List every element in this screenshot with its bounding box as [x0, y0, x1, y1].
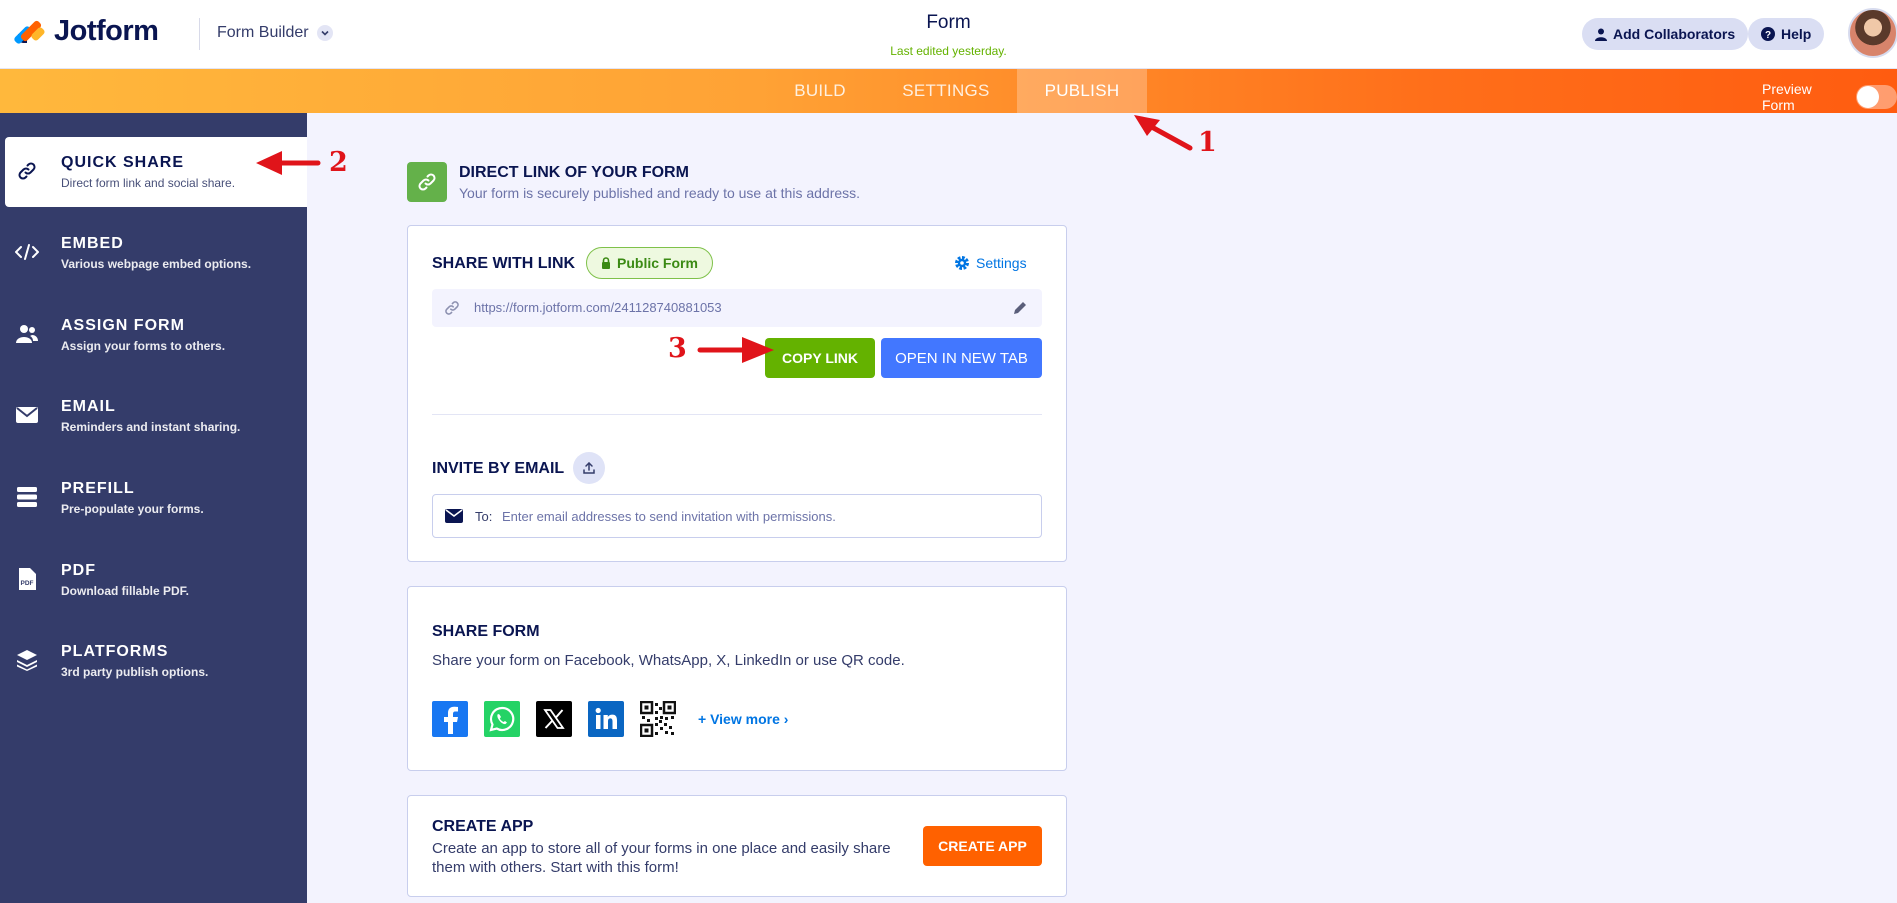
builder-nav: BUILD SETTINGS PUBLISH Preview Form	[0, 69, 1897, 113]
layers-icon	[15, 648, 39, 672]
annotation-number-1: 1	[1198, 127, 1217, 158]
sidebar-item-title: EMBED	[61, 235, 124, 252]
link-icon	[445, 301, 459, 315]
annotation-number-3: 3	[668, 333, 687, 364]
linkedin-icon[interactable]	[588, 701, 624, 737]
form-builder-label: Form Builder	[217, 24, 309, 41]
tab-publish[interactable]: PUBLISH	[1017, 69, 1147, 113]
tab-build[interactable]: BUILD	[772, 69, 868, 113]
lock-icon	[602, 257, 610, 269]
sidebar-item-title: PLATFORMS	[61, 643, 169, 660]
tab-settings[interactable]: SETTINGS	[884, 69, 1008, 113]
top-header: Jotform Form Builder Form Last edited ye…	[0, 0, 1897, 69]
sidebar-item-title: ASSIGN FORM	[61, 317, 185, 334]
sidebar-item-pdf[interactable]: PDF PDF Download fillable PDF.	[5, 545, 307, 615]
sidebar-item-title: PREFILL	[61, 480, 135, 497]
link-settings-button[interactable]: Settings	[954, 255, 1027, 271]
sidebar-item-desc: Various webpage embed options.	[61, 257, 252, 271]
svg-text:?: ?	[1765, 30, 1771, 41]
plus-icon: +	[698, 711, 711, 727]
invite-by-email-label: INVITE BY EMAIL	[432, 460, 565, 477]
sidebar-item-embed[interactable]: EMBED Various webpage embed options.	[5, 218, 307, 288]
qr-code-icon[interactable]	[640, 701, 676, 737]
sidebar-item-desc: Download fillable PDF.	[61, 584, 190, 598]
pdf-icon: PDF	[15, 567, 39, 591]
publish-sidebar: QUICK SHARE Direct form link and social …	[0, 113, 307, 903]
open-in-new-tab-button[interactable]: OPEN IN NEW TAB	[881, 338, 1042, 378]
avatar[interactable]	[1848, 8, 1897, 58]
jotform-logo-mark	[13, 16, 46, 48]
gear-icon	[955, 256, 969, 270]
help-label: Help	[1781, 26, 1812, 42]
sidebar-item-desc: Pre-populate your forms.	[61, 502, 204, 516]
public-form-label: Public Form	[617, 255, 698, 271]
view-more-link[interactable]: + View more ›	[698, 711, 788, 727]
help-icon: ?	[1761, 27, 1775, 41]
jotform-logo[interactable]: Jotform	[13, 15, 159, 48]
annotation-arrow-3	[697, 337, 774, 363]
share-link-card: SHARE WITH LINK Public Form Settings htt…	[407, 225, 1067, 562]
svg-text:PDF: PDF	[21, 580, 34, 587]
x-icon[interactable]	[536, 701, 572, 737]
header-divider	[199, 18, 200, 50]
upload-icon[interactable]	[573, 452, 605, 484]
sidebar-item-title: EMAIL	[61, 398, 116, 415]
whatsapp-icon[interactable]	[484, 701, 520, 737]
facebook-icon[interactable]	[432, 701, 468, 737]
share-form-card: SHARE FORM Share your form on Facebook, …	[407, 586, 1067, 771]
share-form-title: SHARE FORM	[432, 623, 540, 640]
user-icon	[1595, 28, 1607, 41]
direct-link-subtitle: Your form is securely published and read…	[459, 185, 861, 201]
envelope-icon	[15, 403, 39, 427]
create-app-title: CREATE APP	[432, 818, 534, 835]
annotation-number-2: 2	[329, 147, 348, 178]
public-form-badge: Public Form	[586, 247, 713, 279]
create-app-button[interactable]: CREATE APP	[923, 826, 1042, 866]
help-button[interactable]: ? Help	[1748, 18, 1825, 50]
code-icon	[15, 240, 39, 264]
pencil-icon[interactable]	[1012, 300, 1028, 316]
sidebar-item-prefill[interactable]: PREFILL Pre-populate your forms.	[5, 463, 307, 533]
copy-link-button[interactable]: COPY LINK	[765, 338, 875, 378]
invite-email-field[interactable]: To: Enter email addresses to send invita…	[432, 494, 1042, 538]
preview-form-label: Preview Form	[1762, 81, 1812, 113]
settings-label: Settings	[976, 255, 1027, 271]
form-builder-dropdown[interactable]: Form Builder	[217, 24, 333, 42]
chevron-down-icon	[316, 25, 333, 41]
sidebar-item-desc: Direct form link and social share.	[61, 176, 236, 190]
form-url-field[interactable]: https://form.jotform.com/241128740881053	[432, 289, 1042, 327]
share-with-link-label: SHARE WITH LINK	[432, 255, 576, 272]
sidebar-item-email[interactable]: EMAIL Reminders and instant sharing.	[5, 381, 307, 451]
annotation-arrow-2	[256, 151, 321, 175]
invite-email-placeholder: Enter email addresses to send invitation…	[502, 509, 836, 524]
add-collaborators-label: Add Collaborators	[1613, 26, 1736, 42]
annotation-arrow-1	[1134, 115, 1193, 151]
direct-link-title: DIRECT LINK OF YOUR FORM	[459, 164, 689, 181]
prefill-icon	[15, 485, 39, 509]
to-label: To:	[475, 509, 493, 524]
chevron-right-icon: ›	[779, 711, 789, 727]
create-app-card: CREATE APP Create an app to store all of…	[407, 795, 1067, 897]
sidebar-item-assign-form[interactable]: ASSIGN FORM Assign your forms to others.	[5, 300, 307, 370]
sidebar-item-title: PDF	[61, 562, 96, 579]
sidebar-item-desc: 3rd party publish options.	[61, 665, 209, 679]
add-collaborators-button[interactable]: Add Collaborators	[1582, 18, 1749, 50]
sidebar-item-desc: Reminders and instant sharing.	[61, 420, 241, 434]
link-icon	[15, 159, 39, 183]
view-more-label: View more	[710, 711, 780, 727]
create-app-desc: Create an app to store all of your forms…	[432, 840, 891, 876]
brand-name: Jotform	[54, 15, 159, 47]
users-icon	[15, 322, 39, 346]
share-form-desc: Share your form on Facebook, WhatsApp, X…	[432, 652, 905, 669]
form-url-text: https://form.jotform.com/241128740881053	[474, 300, 722, 315]
sidebar-item-platforms[interactable]: PLATFORMS 3rd party publish options.	[5, 626, 307, 696]
preview-form-toggle[interactable]: Preview Form	[1762, 81, 1897, 113]
sidebar-item-title: QUICK SHARE	[61, 154, 185, 171]
direct-link-icon	[407, 162, 447, 202]
envelope-icon	[445, 509, 463, 523]
preview-switch[interactable]	[1856, 85, 1897, 109]
sidebar-item-desc: Assign your forms to others.	[61, 339, 226, 353]
card-divider	[432, 414, 1042, 415]
